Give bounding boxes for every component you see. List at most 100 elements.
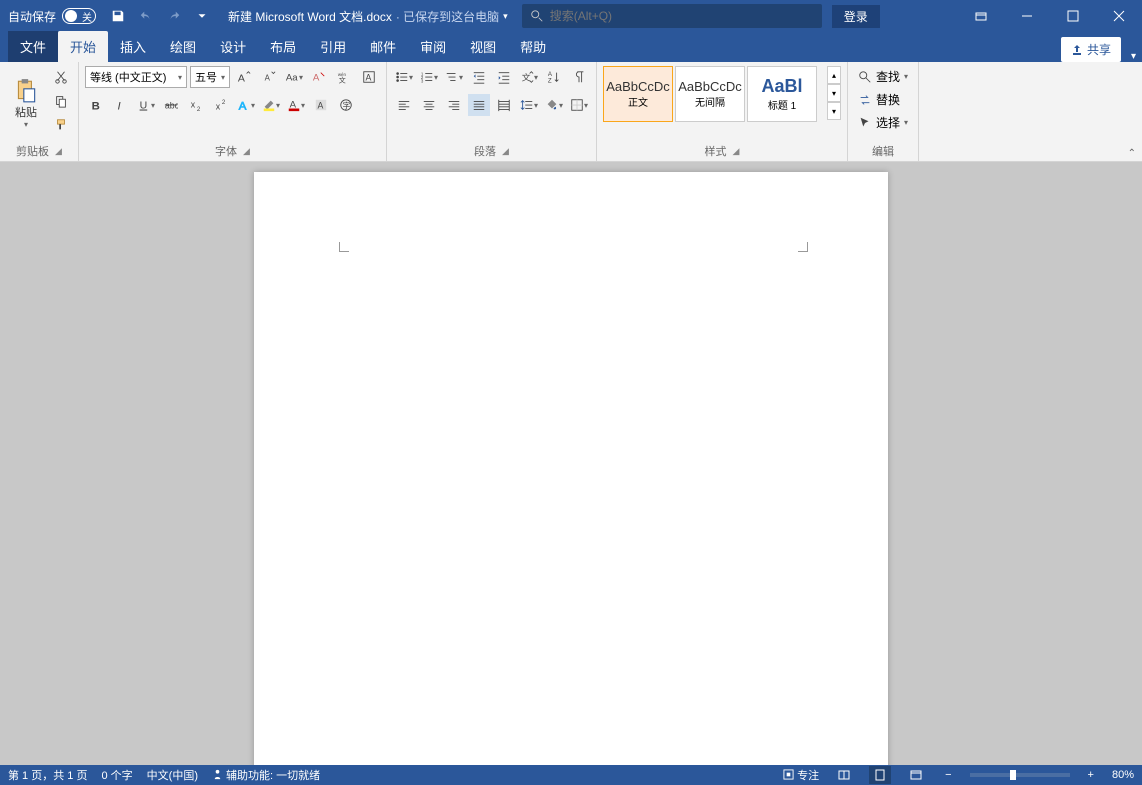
subscript-button[interactable]: x2: [185, 94, 207, 116]
tab-references[interactable]: 引用: [308, 31, 358, 62]
show-marks-button[interactable]: [568, 66, 590, 88]
language[interactable]: 中文(中国): [147, 767, 198, 783]
tab-layout[interactable]: 布局: [258, 31, 308, 62]
close-button[interactable]: [1096, 0, 1142, 32]
multilevel-list-button[interactable]: ▾: [443, 66, 465, 88]
margin-marker-right: [798, 242, 808, 252]
zoom-slider[interactable]: [970, 773, 1070, 777]
align-distributed-button[interactable]: [493, 94, 515, 116]
align-justify-button[interactable]: [468, 94, 490, 116]
tab-insert[interactable]: 插入: [108, 31, 158, 62]
replace-button[interactable]: 替换: [854, 89, 912, 110]
search-input[interactable]: [550, 9, 814, 23]
phonetic-guide-button[interactable]: wén文: [333, 66, 355, 88]
highlight-button[interactable]: ▾: [260, 94, 282, 116]
margin-marker-left: [339, 242, 349, 252]
gallery-up[interactable]: ▴: [827, 66, 841, 84]
styles-gallery: AaBbCcDc 正文 AaBbCcDc 无间隔 AaBl 标题 1: [603, 66, 823, 141]
document-area[interactable]: [0, 162, 1142, 765]
font-launcher[interactable]: ◢: [243, 146, 250, 157]
focus-mode[interactable]: 专注: [783, 767, 819, 783]
minimize-button[interactable]: [1004, 0, 1050, 32]
read-mode-button[interactable]: [833, 766, 855, 784]
style-no-spacing[interactable]: AaBbCcDc 无间隔: [675, 66, 745, 122]
enclose-characters-button[interactable]: 字: [335, 94, 357, 116]
shading-button[interactable]: ▾: [543, 94, 565, 116]
zoom-level[interactable]: 80%: [1112, 769, 1134, 781]
share-dropdown[interactable]: ▾: [1125, 51, 1142, 62]
copy-button[interactable]: [50, 90, 72, 112]
style-heading1[interactable]: AaBl 标题 1: [747, 66, 817, 122]
character-shading-button[interactable]: A: [310, 94, 332, 116]
cut-button[interactable]: [50, 66, 72, 88]
tab-draw[interactable]: 绘图: [158, 31, 208, 62]
tab-home[interactable]: 开始: [58, 31, 108, 62]
bold-button[interactable]: B: [85, 94, 107, 116]
tab-review[interactable]: 审阅: [408, 31, 458, 62]
increase-indent-button[interactable]: [493, 66, 515, 88]
ribbon-display-button[interactable]: [958, 0, 1004, 32]
font-color-button[interactable]: A▾: [285, 94, 307, 116]
change-case-button[interactable]: Aa▾: [283, 66, 305, 88]
qat-customize[interactable]: [188, 2, 216, 30]
styles-launcher[interactable]: ◢: [733, 146, 740, 157]
document-title[interactable]: 新建 Microsoft Word 文档.docx · 已保存到这台电脑 ▾: [228, 8, 508, 25]
align-center-button[interactable]: [418, 94, 440, 116]
find-button[interactable]: 查找▾: [854, 66, 912, 87]
zoom-out-button[interactable]: −: [941, 769, 955, 781]
accessibility-status[interactable]: 辅助功能: 一切就绪: [212, 767, 320, 783]
page-number[interactable]: 第 1 页，共 1 页: [8, 767, 87, 783]
bullets-button[interactable]: ▾: [393, 66, 415, 88]
paragraph-launcher[interactable]: ◢: [502, 146, 509, 157]
tab-mailings[interactable]: 邮件: [358, 31, 408, 62]
underline-button[interactable]: U▾: [135, 94, 157, 116]
group-clipboard: 粘贴 ▾ 剪贴板 ◢: [0, 62, 79, 161]
group-styles: AaBbCcDc 正文 AaBbCcDc 无间隔 AaBl 标题 1 ▴ ▾ ▾…: [597, 62, 848, 161]
gallery-down[interactable]: ▾: [827, 84, 841, 102]
maximize-button[interactable]: [1050, 0, 1096, 32]
line-spacing-button[interactable]: ▾: [518, 94, 540, 116]
tab-view[interactable]: 视图: [458, 31, 508, 62]
decrease-indent-button[interactable]: [468, 66, 490, 88]
strikethrough-button[interactable]: abc: [160, 94, 182, 116]
redo-button[interactable]: [160, 2, 188, 30]
zoom-in-button[interactable]: +: [1084, 769, 1098, 781]
save-button[interactable]: [104, 2, 132, 30]
gallery-more[interactable]: ▾: [827, 102, 841, 120]
borders-button[interactable]: ▾: [568, 94, 590, 116]
web-layout-button[interactable]: [905, 766, 927, 784]
shrink-font-button[interactable]: A: [258, 66, 280, 88]
undo-button[interactable]: [132, 2, 160, 30]
numbering-button[interactable]: 123▾: [418, 66, 440, 88]
select-button[interactable]: 选择▾: [854, 112, 912, 133]
sort-button[interactable]: AZ: [543, 66, 565, 88]
clear-formatting-button[interactable]: A: [308, 66, 330, 88]
format-painter-button[interactable]: [50, 114, 72, 136]
tab-help[interactable]: 帮助: [508, 31, 558, 62]
align-left-button[interactable]: [393, 94, 415, 116]
text-effects-button[interactable]: A▾: [235, 94, 257, 116]
login-button[interactable]: 登录: [832, 5, 880, 28]
align-right-button[interactable]: [443, 94, 465, 116]
autosave-toggle[interactable]: 自动保存 关: [0, 8, 104, 25]
clipboard-launcher[interactable]: ◢: [55, 146, 62, 157]
print-layout-button[interactable]: [869, 766, 891, 784]
group-label-clipboard: 剪贴板: [16, 143, 49, 159]
toggle-switch[interactable]: 关: [62, 8, 96, 24]
asian-layout-button[interactable]: 文▾: [518, 66, 540, 88]
font-name-combo[interactable]: 等线 (中文正文)▾: [85, 66, 187, 88]
share-button[interactable]: 共享: [1061, 37, 1121, 62]
grow-font-button[interactable]: A: [233, 66, 255, 88]
tab-file[interactable]: 文件: [8, 31, 58, 62]
collapse-ribbon-button[interactable]: ⌃: [1128, 148, 1136, 159]
font-size-combo[interactable]: 五号▾: [190, 66, 230, 88]
word-count[interactable]: 0 个字: [101, 767, 132, 783]
italic-button[interactable]: I: [110, 94, 132, 116]
tab-design[interactable]: 设计: [208, 31, 258, 62]
style-normal[interactable]: AaBbCcDc 正文: [603, 66, 673, 122]
paste-button[interactable]: 粘贴 ▾: [6, 66, 46, 141]
search-box[interactable]: [522, 4, 822, 28]
character-border-button[interactable]: A: [358, 66, 380, 88]
superscript-button[interactable]: x2: [210, 94, 232, 116]
page[interactable]: [254, 172, 888, 765]
